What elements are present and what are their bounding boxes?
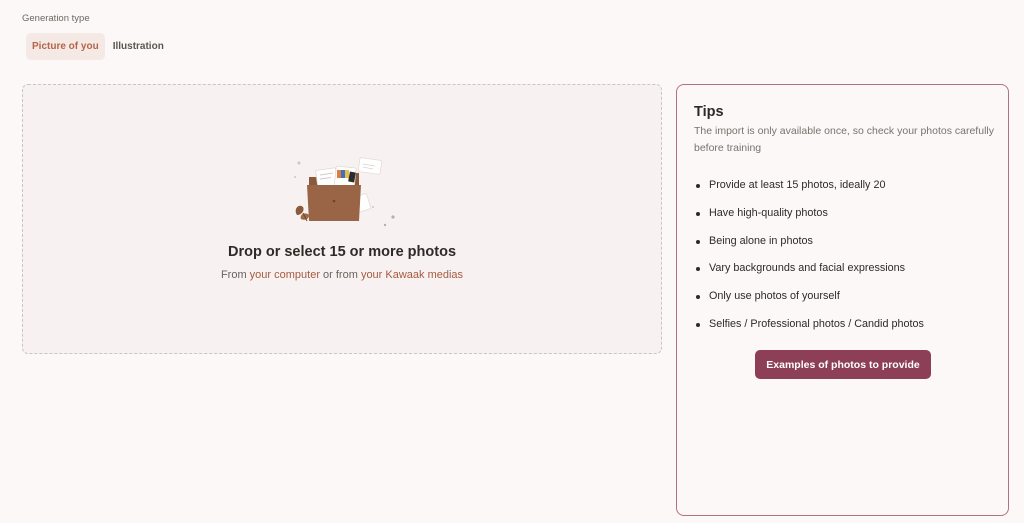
tips-list: Provide at least 15 photos, ideally 20 H… <box>694 179 924 346</box>
tip-item: Have high-quality photos <box>694 207 924 235</box>
tips-intro: The import is only available once, so ch… <box>694 125 994 154</box>
photo-dropzone[interactable]: Drop or select 15 or more photos From yo… <box>22 84 662 354</box>
tip-item: Only use photos of yourself <box>694 290 924 318</box>
tip-text: Only use photos of yourself <box>709 290 840 303</box>
bullet-icon <box>696 211 700 216</box>
bullet-icon <box>696 322 700 327</box>
tip-text: Being alone in photos <box>709 234 813 247</box>
dropzone-sub-or: or from <box>319 269 361 281</box>
bullet-icon <box>696 184 700 188</box>
tip-text: Selfies / Professional photos / Candid p… <box>709 317 924 330</box>
kawaak-medias-link[interactable]: your Kawaak medias <box>361 269 463 281</box>
dropzone-subtitle: From your computer or from your Kawaak m… <box>23 269 661 281</box>
generation-type-tabs: Picture of you Illustration <box>26 33 170 60</box>
examples-of-photos-button[interactable]: Examples of photos to provide <box>755 350 931 379</box>
generation-type-label: Generation type <box>22 13 90 24</box>
folder-with-photos-icon <box>294 157 395 227</box>
tip-text: Provide at least 15 photos, ideally 20 <box>709 179 886 191</box>
tip-text: Vary backgrounds and facial expressions <box>709 262 906 275</box>
tab-picture-of-you[interactable]: Picture of you <box>26 33 105 60</box>
tips-panel: Tips The import is only available once, … <box>676 84 1009 516</box>
bullet-icon <box>696 295 700 300</box>
dropzone-sub-from: From <box>220 269 250 281</box>
bullet-icon <box>696 239 700 244</box>
your-computer-link[interactable]: your computer <box>250 269 320 281</box>
tip-text: Have high-quality photos <box>709 206 828 219</box>
dropzone-title: Drop or select 15 or more photos <box>227 244 457 260</box>
tip-item: Selfies / Professional photos / Candid p… <box>694 318 924 346</box>
tips-title: Tips <box>694 104 724 120</box>
tip-item: Provide at least 15 photos, ideally 20 <box>694 179 924 207</box>
tip-item: Being alone in photos <box>694 235 924 263</box>
tip-item: Vary backgrounds and facial expressions <box>694 262 924 290</box>
bullet-icon <box>696 267 700 272</box>
tab-illustration[interactable]: Illustration <box>107 33 170 60</box>
